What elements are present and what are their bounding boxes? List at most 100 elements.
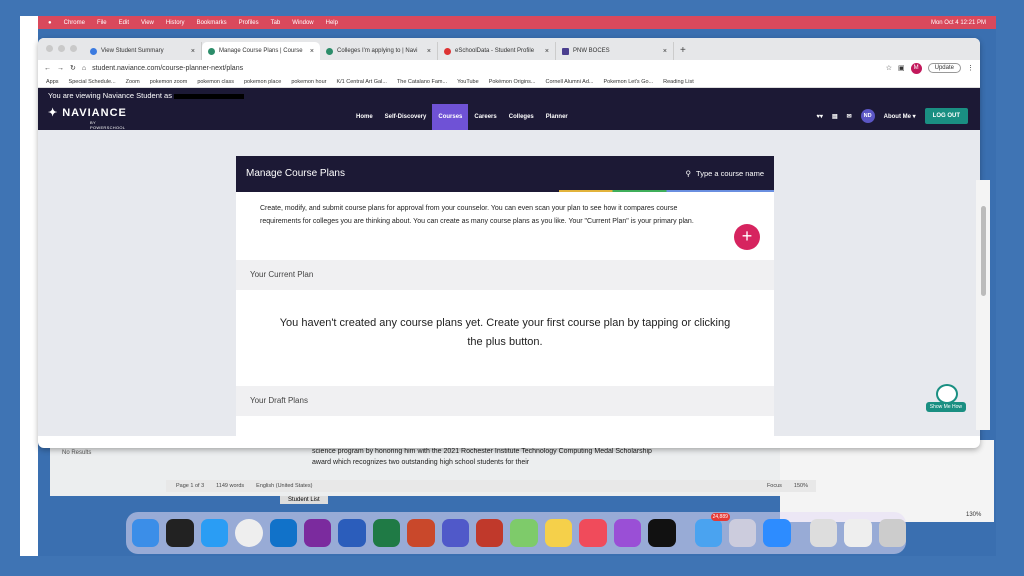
menu-window[interactable]: Window	[292, 20, 313, 26]
favicon-icon	[562, 47, 569, 55]
menu-tab[interactable]: Tab	[271, 20, 281, 26]
menu-help[interactable]: Help	[326, 20, 338, 26]
max-dot[interactable]	[70, 45, 77, 52]
bookmark-item[interactable]: Cornell Alumni Ad...	[545, 79, 593, 85]
maps-icon[interactable]	[510, 519, 538, 547]
menu-chrome[interactable]: Chrome	[64, 20, 85, 26]
teams-icon[interactable]	[441, 519, 470, 547]
tab-colleges[interactable]: Colleges I'm applying to | Navi ×	[320, 42, 438, 60]
photos-icon[interactable]	[544, 519, 573, 547]
sheet-tab-student-list[interactable]: Student List	[280, 496, 328, 504]
apple-icon[interactable]: ●	[48, 20, 52, 26]
zoom-level: 150%	[793, 483, 808, 489]
star-icon[interactable]: ☆	[886, 64, 892, 72]
empty-message: You haven't created any course plans yet…	[279, 317, 731, 348]
menu-profiles[interactable]: Profiles	[239, 20, 259, 26]
back-icon[interactable]: ←	[44, 65, 51, 72]
bookmark-apps[interactable]: Apps	[46, 79, 59, 85]
nav-careers[interactable]: Careers	[468, 104, 502, 130]
menu-file[interactable]: File	[97, 20, 107, 26]
bookmark-item[interactable]: pokemon class	[197, 79, 234, 85]
document-icon[interactable]	[809, 519, 838, 547]
close-dot[interactable]	[46, 45, 53, 52]
course-search[interactable]: ⚲ Type a course name	[686, 169, 764, 178]
b-app-icon[interactable]	[476, 519, 504, 547]
home-icon[interactable]: ⌂	[82, 65, 86, 72]
word-icon[interactable]	[338, 519, 366, 547]
nav-planner[interactable]: Planner	[540, 104, 574, 130]
menu-bookmarks[interactable]: Bookmarks	[197, 20, 227, 26]
bookmark-item[interactable]: Pokémon Origins...	[489, 79, 536, 85]
focus-button[interactable]: Focus	[767, 483, 782, 489]
tab-pnw-boces[interactable]: PNW BOCES ×	[556, 42, 674, 60]
podcasts-icon[interactable]	[613, 519, 642, 547]
nav-courses[interactable]: Courses	[432, 104, 469, 130]
powerpoint-icon[interactable]	[407, 519, 435, 547]
clock[interactable]: Mon Oct 4 12:21 PM	[931, 20, 986, 26]
bookmark-item[interactable]: pokemon hour	[291, 79, 326, 85]
new-tab-button[interactable]: +	[674, 42, 692, 60]
close-icon[interactable]: ×	[427, 48, 431, 55]
show-me-how-button[interactable]: Show Me How	[925, 402, 966, 412]
trash-icon[interactable]	[878, 519, 906, 547]
close-icon[interactable]: ×	[310, 48, 314, 55]
more-icon[interactable]: ⋮	[967, 64, 974, 72]
menu-edit[interactable]: Edit	[119, 20, 129, 26]
zoom-icon[interactable]	[763, 519, 791, 547]
tab-student-summary[interactable]: View Student Summary ×	[84, 42, 202, 60]
bookmark-item[interactable]: Special Schedule...	[69, 79, 116, 85]
excel-zoom: 130%	[966, 512, 982, 518]
nav-self-discovery[interactable]: Self-Discovery	[379, 104, 433, 130]
menu-history[interactable]: History	[166, 20, 185, 26]
bookmark-item[interactable]: pokemon zoom	[150, 79, 188, 85]
document-text: science program by honoring him with the…	[312, 448, 652, 466]
safari-icon[interactable]	[200, 519, 229, 547]
naviance-logo[interactable]: ✦ NAVIANCE BY POWERSCHOOL	[48, 106, 127, 131]
mail-app-icon[interactable]: 24,889	[694, 513, 730, 547]
logout-button[interactable]: LOG OUT	[924, 108, 968, 124]
chat-icon[interactable]: ▤	[832, 113, 838, 120]
finder-icon[interactable]	[132, 519, 160, 547]
mail-icon[interactable]: ✉	[847, 113, 852, 120]
bookmark-item[interactable]: YouTube	[457, 79, 479, 85]
profile-avatar[interactable]: M	[910, 62, 922, 74]
tab-course-plans[interactable]: Manage Course Plans | Course ×	[202, 42, 320, 60]
siri-icon[interactable]	[166, 519, 194, 547]
close-icon[interactable]: ×	[663, 48, 667, 55]
menu-view[interactable]: View	[141, 20, 154, 26]
chrome-icon[interactable]	[235, 519, 263, 547]
close-icon[interactable]: ×	[545, 48, 549, 55]
heart-icon[interactable]: ♥▾	[816, 113, 823, 120]
update-button[interactable]: Update	[927, 63, 961, 73]
laptop-icon[interactable]	[936, 384, 958, 404]
tab-eschooldata[interactable]: eSchoolData - Student Profile ×	[438, 42, 556, 60]
news-icon[interactable]	[579, 519, 607, 547]
nav-home[interactable]: Home	[350, 104, 379, 130]
scroll-thumb[interactable]	[980, 206, 986, 296]
window-thumbnail-icon[interactable]	[844, 519, 872, 547]
extension-icon[interactable]: ▣	[898, 64, 905, 72]
forward-icon[interactable]: →	[57, 65, 64, 72]
nav-colleges[interactable]: Colleges	[503, 104, 540, 130]
bookmark-item[interactable]: Zoom	[126, 79, 140, 85]
preview-icon[interactable]	[728, 519, 757, 547]
bookmark-item[interactable]: The Catalano Fam...	[397, 79, 447, 85]
reload-icon[interactable]: ↻	[70, 64, 76, 72]
onenote-icon[interactable]	[304, 519, 332, 547]
min-dot[interactable]	[58, 45, 65, 52]
close-icon[interactable]: ×	[191, 48, 195, 55]
bookmark-item[interactable]: Pokemon Let's Go...	[603, 79, 653, 85]
url-field[interactable]: student.naviance.com/course-planner-next…	[92, 65, 880, 72]
avatar[interactable]: ND	[860, 109, 875, 123]
bookmark-item[interactable]: K/1 Central Art Gal...	[336, 79, 386, 85]
scrollbar[interactable]	[976, 180, 990, 430]
dock: 24,889	[126, 512, 906, 554]
add-plan-button[interactable]: +	[734, 224, 760, 250]
excel-icon[interactable]	[372, 519, 401, 547]
reading-list[interactable]: Reading List	[663, 79, 694, 85]
tv-icon[interactable]	[648, 519, 676, 547]
logo-subtext: BY POWERSCHOOL	[90, 120, 126, 130]
outlook-icon[interactable]	[269, 519, 298, 547]
bookmark-item[interactable]: pokemon place	[244, 79, 281, 85]
about-me-menu[interactable]: About Me ▾	[884, 113, 916, 120]
